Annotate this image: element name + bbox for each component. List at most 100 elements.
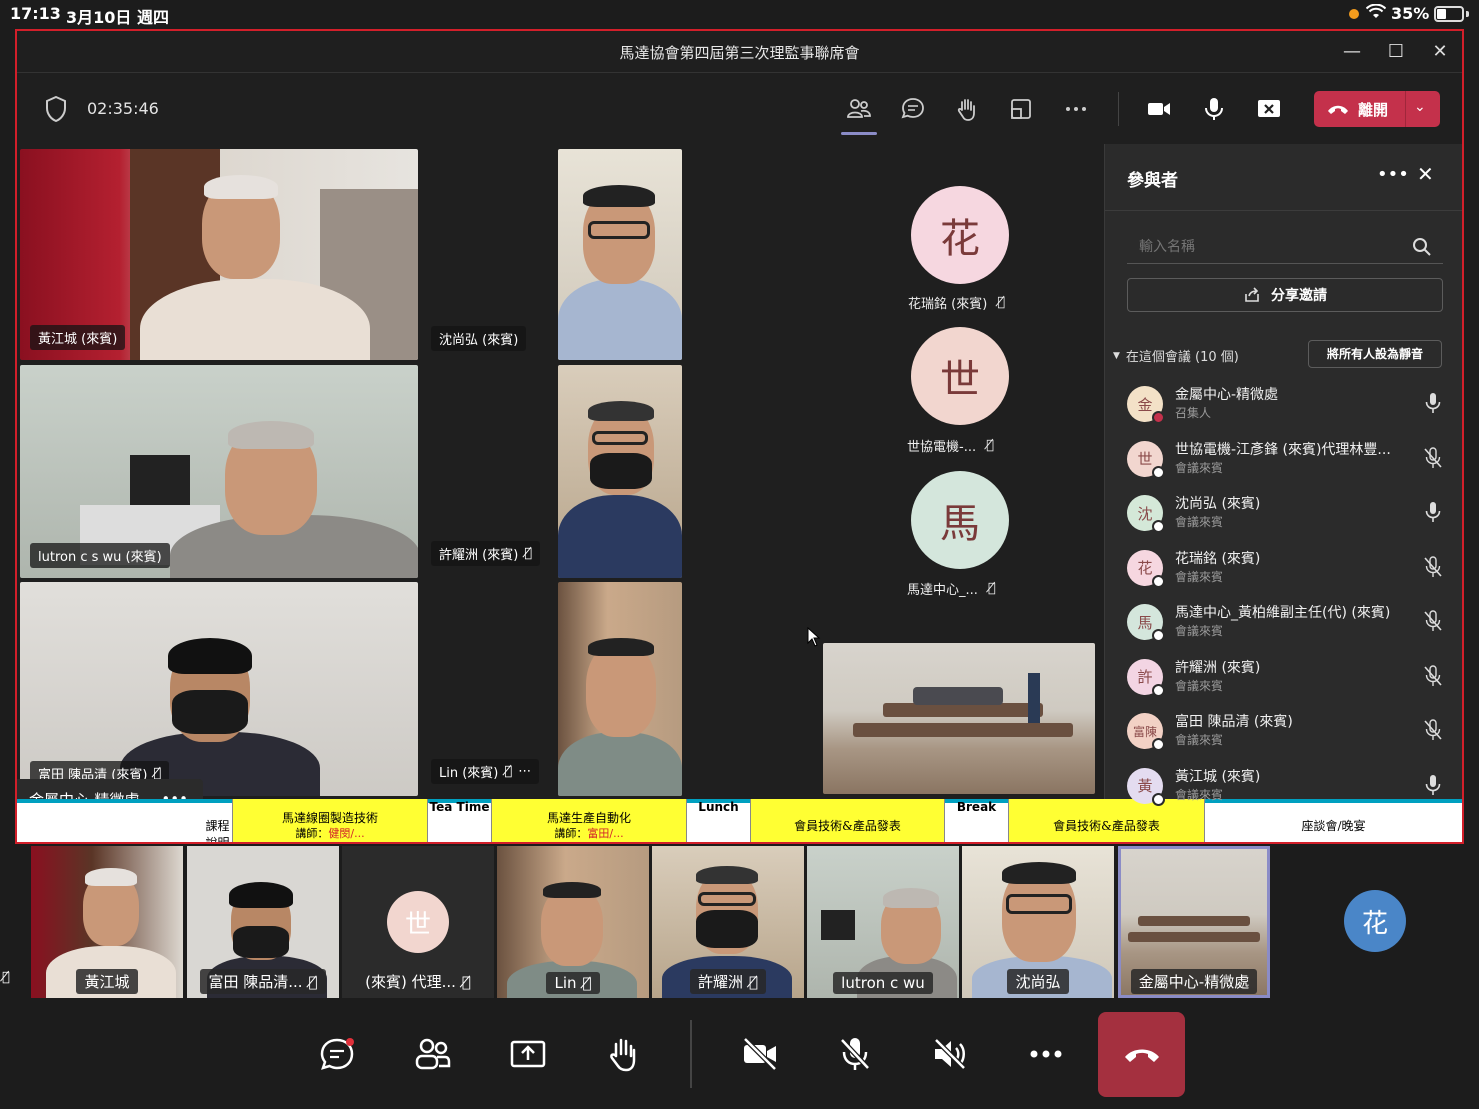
speaker-off-icon bbox=[933, 1037, 967, 1071]
room-video-tile[interactable] bbox=[823, 643, 1095, 794]
tile-label: lutron c s wu (來賓) bbox=[30, 543, 170, 568]
tile-name-tag: Lin (來賓) 🎙̸ ⋯ bbox=[431, 759, 540, 784]
share-screen-icon bbox=[510, 1040, 546, 1068]
mic-off-icon[interactable] bbox=[1423, 719, 1443, 741]
participant-search[interactable] bbox=[1127, 230, 1443, 264]
film-tile-selected[interactable]: 金屬中心-精微處 bbox=[1118, 846, 1270, 998]
tile-label: 許耀洲 (來賓) 🎙̸ bbox=[431, 541, 541, 566]
avatar-label: 世協電機-... 🎙̸ bbox=[907, 438, 994, 455]
window-titlebar: 馬達協會第四屆第三次理監事聯席會 — ☐ ✕ bbox=[17, 31, 1462, 73]
video-tile[interactable] bbox=[558, 365, 682, 578]
film-tile[interactable]: 黃江城 bbox=[31, 846, 183, 998]
microphone-icon[interactable] bbox=[1198, 93, 1230, 125]
film-tile[interactable]: 世 (來賓) 代理... 🎙̸ bbox=[342, 846, 494, 998]
film-tile[interactable]: 沈尚弘 bbox=[962, 846, 1114, 998]
mic-off-icon: 🎙̸ bbox=[504, 764, 513, 779]
chat-icon[interactable] bbox=[897, 93, 929, 125]
film-tile[interactable]: 許耀洲 🎙̸ bbox=[652, 846, 804, 998]
filmstrip: 🎙̸ 黃江城 富田 陳品清... 🎙̸ 世 (來賓) 代理... 🎙̸ Lin 🎙̸ … bbox=[0, 844, 1479, 1000]
participants-icon[interactable] bbox=[841, 93, 877, 135]
participant-name: 金屬中心-精微處 bbox=[1175, 387, 1279, 403]
participant-row[interactable]: 黃黃江城 (來賓) 會議來賓 bbox=[1127, 762, 1447, 812]
mic-off-icon: 🎙̸ bbox=[987, 581, 996, 596]
mic-off-icon: 🎙̸ bbox=[308, 972, 318, 991]
hang-up-button[interactable] bbox=[1098, 1012, 1185, 1097]
mic-off-icon[interactable] bbox=[1423, 555, 1443, 578]
raise-hand-button[interactable] bbox=[599, 1030, 647, 1078]
share-invite-button[interactable]: 分享邀請 bbox=[1127, 278, 1443, 312]
participant-row[interactable]: 世世協電機-江彥鋒 (來賓)代理林豐... 會議來賓 bbox=[1127, 435, 1447, 485]
panel-close-icon[interactable]: ✕ bbox=[1417, 162, 1434, 186]
maximize-icon[interactable]: ☐ bbox=[1383, 39, 1409, 65]
chevron-down-icon[interactable]: ⌄ bbox=[1414, 99, 1426, 115]
minimize-icon[interactable]: — bbox=[1339, 39, 1365, 65]
participant-name: 沈尚弘 (來賓) bbox=[1175, 496, 1261, 512]
elapsed-time: 02:35:46 bbox=[87, 99, 159, 118]
avatar[interactable]: 花 bbox=[1344, 890, 1406, 952]
mic-off-button[interactable] bbox=[831, 1030, 879, 1078]
battery-tip bbox=[1466, 11, 1469, 17]
mic-off-icon[interactable] bbox=[1423, 446, 1443, 469]
video-tile[interactable]: 黃江城 (來賓) bbox=[20, 149, 418, 360]
participant-name: 世協電機-江彥鋒 (來賓)代理林豐... bbox=[1175, 441, 1391, 458]
participant-row[interactable]: 花花瑞銘 (來賓) 會議來賓 bbox=[1127, 544, 1447, 594]
avatar: 花 bbox=[911, 186, 1009, 284]
mic-off-icon[interactable] bbox=[1423, 664, 1443, 687]
mic-icon[interactable] bbox=[1423, 501, 1443, 523]
speaker-off-button[interactable] bbox=[926, 1030, 974, 1078]
film-tile[interactable]: lutron c wu bbox=[807, 846, 959, 998]
participant-role: 會議來賓 bbox=[1175, 787, 1224, 802]
stop-sharing-icon[interactable] bbox=[1253, 93, 1285, 125]
camera-off-icon bbox=[742, 1036, 778, 1072]
battery-percent: 35% bbox=[1391, 4, 1430, 23]
avatar-label: 花瑞銘 (來賓) 🎙̸ bbox=[908, 295, 1006, 312]
share-icon bbox=[1245, 287, 1259, 302]
participant-role: 會議來賓 bbox=[1175, 624, 1224, 638]
hang-up-icon bbox=[1328, 105, 1348, 114]
camera-off-button[interactable] bbox=[736, 1030, 784, 1078]
camera-icon[interactable] bbox=[1143, 93, 1175, 125]
mic-icon[interactable] bbox=[1423, 392, 1443, 414]
avatar: 富陳 bbox=[1127, 713, 1165, 751]
tile-label: 黃江城 (來賓) bbox=[30, 325, 126, 350]
participant-row[interactable]: 沈沈尚弘 (來賓) 會議來賓 bbox=[1127, 489, 1447, 539]
search-icon[interactable] bbox=[1411, 236, 1433, 258]
participant-row[interactable]: 富陳 富田 陳品清 (來賓) 會議來賓 bbox=[1127, 707, 1447, 757]
leave-divider bbox=[1405, 91, 1406, 127]
film-tile[interactable]: 富田 陳品清... 🎙̸ bbox=[187, 846, 339, 998]
video-tile[interactable]: lutron c s wu (來賓) bbox=[20, 365, 418, 578]
window-title: 馬達協會第四屆第三次理監事聯席會 bbox=[619, 44, 860, 62]
film-tile[interactable]: Lin 🎙̸ bbox=[497, 846, 649, 998]
raise-hand-icon[interactable] bbox=[951, 93, 983, 125]
share-screen-button[interactable] bbox=[504, 1030, 552, 1078]
panel-more-icon[interactable]: ••• bbox=[1377, 164, 1409, 185]
mute-all-button[interactable]: 將所有人設為靜音 bbox=[1308, 340, 1442, 368]
participant-row[interactable]: 許許耀洲 (來賓) 會議來賓 bbox=[1127, 653, 1447, 703]
avatar: 金 bbox=[1127, 386, 1165, 424]
video-tile[interactable] bbox=[558, 149, 682, 360]
more-options-icon[interactable] bbox=[1060, 93, 1092, 125]
avatar: 世 bbox=[1127, 440, 1165, 479]
chat-icon bbox=[320, 1038, 354, 1070]
video-tile[interactable] bbox=[558, 582, 682, 796]
close-icon[interactable]: ✕ bbox=[1427, 39, 1453, 65]
raise-hand-icon bbox=[610, 1038, 636, 1072]
video-tile[interactable]: 富田 陳品清 (來賓) 🎙̸ bbox=[20, 582, 418, 796]
chat-button[interactable] bbox=[313, 1030, 361, 1078]
participant-name: 許耀洲 (來賓) bbox=[1175, 659, 1261, 676]
search-input[interactable] bbox=[1139, 236, 1399, 258]
more-button[interactable] bbox=[1022, 1030, 1070, 1078]
leave-button[interactable]: 離開 ⌄ bbox=[1314, 91, 1440, 127]
participant-row[interactable]: 馬馬達中心_黃柏維副主任(代) (來賓) 會議來賓 bbox=[1127, 598, 1447, 648]
room-view-icon[interactable] bbox=[1005, 93, 1037, 125]
mic-off-icon: 🎙̸ bbox=[2, 970, 10, 985]
more-icon[interactable]: ⋯ bbox=[518, 764, 531, 779]
participant-role: 會議來賓 bbox=[1175, 515, 1224, 529]
participants-button[interactable] bbox=[409, 1030, 457, 1078]
participant-name: 富田 陳品清 (來賓) bbox=[1175, 714, 1293, 730]
mic-off-icon[interactable] bbox=[1423, 610, 1443, 632]
meeting-group-header[interactable]: ▼ 在這個會議 (10 個) bbox=[1113, 346, 1239, 365]
panel-title: 參與者 bbox=[1127, 171, 1178, 191]
participant-row[interactable]: 金金屬中心-精微處 召集人 bbox=[1127, 380, 1447, 430]
mic-icon[interactable] bbox=[1423, 774, 1443, 796]
